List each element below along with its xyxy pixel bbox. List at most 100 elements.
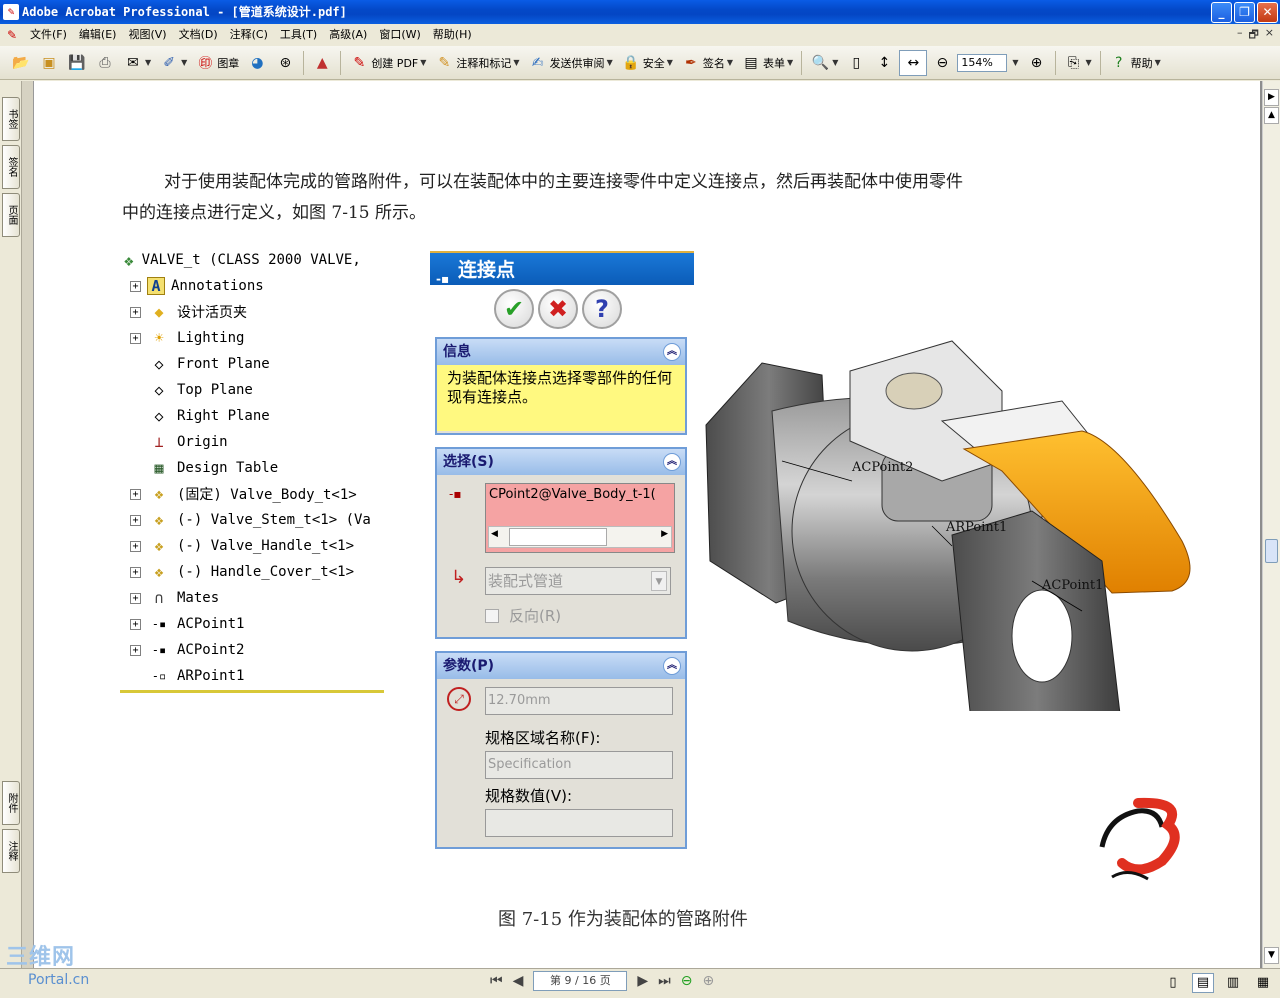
arpoint1-label: ARPoint1 [945, 520, 1007, 535]
menu-file[interactable]: 文件(F) [24, 24, 73, 46]
email-button[interactable]: ✉ ▼ [120, 50, 154, 76]
page-number-input[interactable]: 第 9 / 16 页 [533, 971, 628, 991]
sign-label: 签名 [702, 56, 725, 70]
assembly-icon: ❖ [124, 250, 134, 270]
watermark-title: 三维网 [6, 945, 76, 970]
security-button[interactable]: 🔒 安全 ▼ [618, 50, 676, 76]
selection-scrollbar: ◀ ▶ [488, 526, 672, 548]
site-watermark: 三维网 Portal.cn [6, 944, 106, 994]
save-button[interactable]: 💾 [64, 50, 90, 76]
menu-view[interactable]: 视图(V) [122, 24, 172, 46]
menu-edit[interactable]: 编辑(E) [73, 24, 123, 46]
document-icon[interactable]: ✎ [4, 27, 20, 43]
menu-help[interactable]: 帮助(H) [427, 24, 478, 46]
actual-size-button[interactable]: ▯ [843, 50, 869, 76]
document-viewport[interactable]: 对于使用装配体完成的管路附件，可以在装配体中的主要连接零件中定义连接点，然后再装… [34, 81, 1262, 968]
sign-button[interactable]: ✒ 签名 ▼ [678, 50, 736, 76]
navigation-panel-splitter[interactable] [22, 81, 34, 968]
main-toolbar: 📂 ▣ 💾 ⎙ ✉ ▼ ✐ ▼ ㊞图章 ◕ ⊛ ▲ ✎ 创建 PDF ▼ ✎ 注释和标记 ▼… [0, 46, 1280, 80]
zoom-dropdown[interactable]: ▼ [1009, 50, 1021, 76]
web-button[interactable]: ◕ [244, 50, 270, 76]
cancel-button: ✖ [538, 289, 578, 329]
ok-button: ✔ [494, 289, 534, 329]
tree-item-label: Top Plane [177, 382, 253, 398]
maximize-button[interactable]: ❐ [1234, 2, 1255, 23]
tab-signatures[interactable]: 签名 [2, 145, 20, 189]
menu-advanced[interactable]: 高级(A) [323, 24, 373, 46]
expand-icon: + [130, 540, 141, 552]
scroll-expand-icon[interactable]: ▶ [1264, 89, 1279, 106]
diameter-field: 12.70mm [485, 687, 673, 715]
scroll-up-icon[interactable]: ▲ [1264, 107, 1279, 124]
tab-attachments[interactable]: 附件 [2, 781, 20, 825]
vertical-scrollbar[interactable]: ▶ ▲ ▼ [1262, 81, 1280, 968]
create-pdf-button[interactable]: ✎ 创建 PDF ▼ [346, 50, 429, 76]
collapse-icon: ︽ [663, 343, 681, 361]
print-button[interactable]: ⎙ [92, 50, 118, 76]
paragraph-line-1: 对于使用装配体完成的管路附件，可以在装配体中的主要连接零件中定义连接点，然后再装… [164, 172, 963, 192]
go-back-icon[interactable]: ⊖ [681, 973, 693, 989]
tab-bookmarks[interactable]: 书签 [2, 97, 20, 141]
zoom-in-button[interactable]: ⊕ [1024, 50, 1050, 76]
first-page-icon[interactable]: ⏮ [490, 973, 503, 989]
tab-pages[interactable]: 页面 [2, 193, 20, 237]
next-page-icon[interactable]: ▶ [637, 973, 648, 989]
zoom-input[interactable]: 154% [957, 53, 1008, 72]
chevron-down-icon: ▼ [606, 58, 613, 67]
zoom-tool-button[interactable]: 🔍 ▼ [807, 50, 841, 76]
scroll-thumb[interactable] [1265, 539, 1278, 563]
attach-button[interactable]: ✐ ▼ [156, 50, 190, 76]
open-button[interactable]: 📂 [8, 50, 34, 76]
tree-item-label: ACPoint2 [177, 642, 245, 658]
tree-item: + ❖ (-) Handle_Cover_t<1> [130, 559, 354, 585]
tab-comments[interactable]: 注释 [2, 829, 20, 873]
scroll-down-icon[interactable]: ▼ [1264, 947, 1279, 964]
go-forward-icon[interactable]: ⊕ [703, 973, 715, 989]
continuous-page-icon[interactable]: ▤ [1192, 973, 1214, 993]
expand-icon: + [130, 332, 141, 344]
minimize-button[interactable]: _ [1211, 2, 1232, 23]
stamp-button[interactable]: ㊞图章 [192, 50, 242, 76]
organizer-icon: ▣ [42, 54, 56, 71]
binder-icon: ◆ [154, 303, 164, 321]
close-button[interactable]: ✕ [1257, 2, 1278, 23]
watermark-url: Portal.cn [28, 972, 90, 988]
tree-item: ⊥ Origin [130, 429, 227, 455]
component-icon: ❖ [154, 485, 164, 503]
pm-title-bar: -▪ 连接点 [430, 251, 694, 286]
tree-item: + ◆ 设计活页夹 [130, 299, 247, 325]
menu-comments[interactable]: 注释(C) [224, 24, 274, 46]
search-button[interactable]: ⊛ [272, 50, 298, 76]
zoom-out-button[interactable]: ⊖ [929, 50, 955, 76]
doc-minimize-button[interactable]: – [1237, 26, 1243, 45]
send-review-label: 发送供审阅 [549, 56, 605, 70]
reverse-label: 反向(R) [509, 607, 562, 625]
doc-restore-button[interactable]: 🗗 [1248, 26, 1258, 45]
component-icon: ❖ [154, 511, 164, 529]
rotate-button[interactable]: ⎘ ▼ [1061, 50, 1095, 76]
single-page-icon[interactable]: ▯ [1162, 973, 1184, 993]
menu-document[interactable]: 文档(D) [173, 24, 224, 46]
chevron-down-icon: ▼ [513, 58, 520, 67]
menu-tools[interactable]: 工具(T) [274, 24, 323, 46]
pipe-bore [1011, 589, 1073, 683]
send-review-button[interactable]: ✍ 发送供审阅 ▼ [525, 50, 616, 76]
forms-button[interactable]: ▤ 表单 ▼ [738, 50, 796, 76]
tree-item-label: ARPoint1 [177, 668, 245, 684]
continuous-facing-icon[interactable]: ▦ [1252, 973, 1274, 993]
fit-page-button[interactable]: ↕ [871, 50, 897, 76]
picture-tasks-button[interactable]: ▲ [309, 50, 335, 76]
organizer-button[interactable]: ▣ [36, 50, 62, 76]
comment-markup-button[interactable]: ✎ 注释和标记 ▼ [431, 50, 522, 76]
previous-page-icon[interactable]: ◀ [513, 973, 524, 989]
doc-close-button[interactable]: × [1265, 26, 1274, 45]
fit-width-button[interactable]: ↔ [899, 49, 928, 76]
menu-window[interactable]: 窗口(W) [373, 24, 426, 46]
globe-icon: ◕ [251, 54, 264, 71]
chevron-down-icon: ▼ [1085, 58, 1092, 67]
help-button[interactable]: ? 帮助 ▼ [1106, 50, 1164, 76]
info-group-header: 信息 ︽ [437, 339, 685, 365]
last-page-icon[interactable]: ⏭ [658, 973, 671, 989]
spec-name-field: Specification [485, 751, 673, 779]
facing-pages-icon[interactable]: ▥ [1222, 973, 1244, 993]
